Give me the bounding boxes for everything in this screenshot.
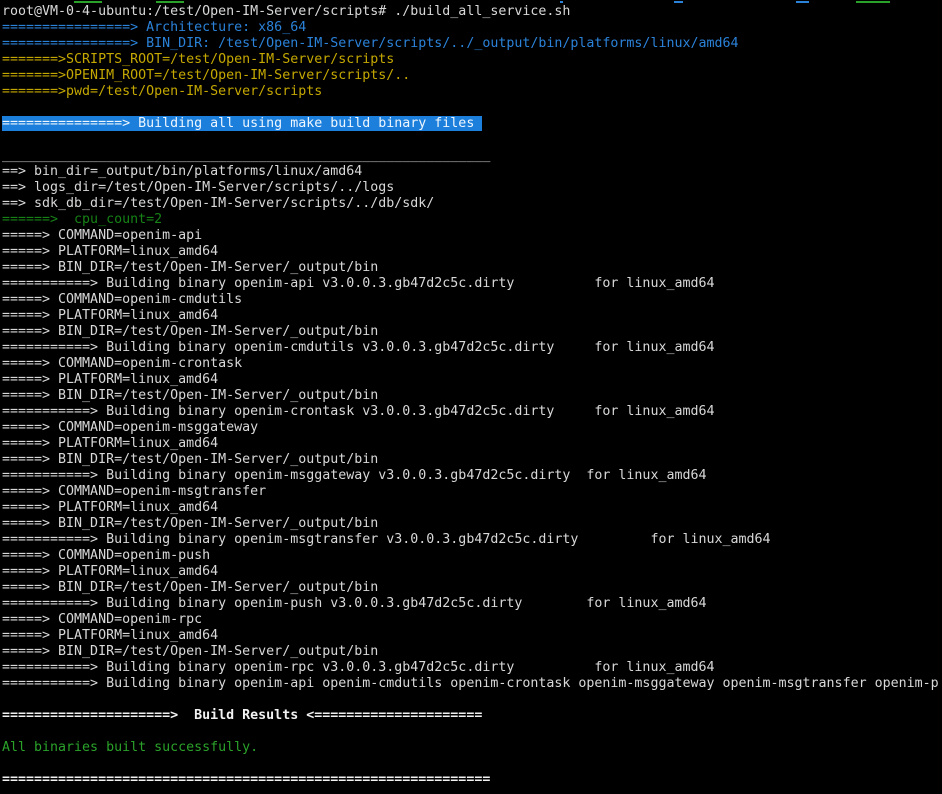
scrollback-fragment (156, 1, 184, 3)
terminal-line: =====> PLATFORM=linux_amd64 (2, 308, 942, 324)
terminal-line: =====> BIN_DIR=/test/Open-IM-Server/_out… (2, 516, 942, 532)
terminal-line: =====> COMMAND=openim-msgtransfer (2, 484, 942, 500)
scrollback-fragment-row (0, 0, 942, 4)
terminal-line: =====> PLATFORM=linux_amd64 (2, 500, 942, 516)
terminal-line (2, 132, 942, 148)
terminal-line: =======>SCRIPTS_ROOT=/test/Open-IM-Serve… (2, 52, 942, 68)
terminal-line: ===========> Building binary openim-msgg… (2, 468, 942, 484)
terminal-line: root@VM-0-4-ubuntu:/test/Open-IM-Server/… (2, 4, 942, 20)
terminal-output: root@VM-0-4-ubuntu:/test/Open-IM-Server/… (0, 4, 942, 788)
terminal-line: ===============> Building all using make… (2, 116, 942, 132)
terminal-line: ==> bin_dir=_output/bin/platforms/linux/… (2, 164, 942, 180)
terminal-line: =====> PLATFORM=linux_amd64 (2, 436, 942, 452)
scrollback-fragment (674, 1, 683, 3)
terminal-line: ===========> Building binary openim-msgt… (2, 532, 942, 548)
terminal-line: =====> PLATFORM=linux_amd64 (2, 564, 942, 580)
scrollback-fragment (74, 1, 102, 3)
terminal-line: =====> COMMAND=openim-api (2, 228, 942, 244)
terminal-line: ==> sdk_db_dir=/test/Open-IM-Server/scri… (2, 196, 942, 212)
terminal-line: ===========> Building binary openim-push… (2, 596, 942, 612)
terminal-line (2, 692, 942, 708)
terminal-line: =====> PLATFORM=linux_amd64 (2, 628, 942, 644)
terminal-line: =====> BIN_DIR=/test/Open-IM-Server/_out… (2, 388, 942, 404)
terminal-line: ================> Architecture: x86_64 (2, 20, 942, 36)
terminal-window[interactable]: root@VM-0-4-ubuntu:/test/Open-IM-Server/… (0, 0, 942, 794)
terminal-line: =====> BIN_DIR=/test/Open-IM-Server/_out… (2, 260, 942, 276)
terminal-line: ===========> Building binary openim-cmdu… (2, 340, 942, 356)
terminal-line: =====> COMMAND=openim-rpc (2, 612, 942, 628)
terminal-line: ======> cpu_count=2 (2, 212, 942, 228)
terminal-line: =====> PLATFORM=linux_amd64 (2, 372, 942, 388)
terminal-line: ===========> Building binary openim-cron… (2, 404, 942, 420)
terminal-line: All binaries built successfully. (2, 740, 942, 756)
terminal-line: ===========> Building binary openim-api … (2, 676, 942, 692)
terminal-line: =====> PLATFORM=linux_amd64 (2, 244, 942, 260)
terminal-line: =====> COMMAND=openim-msggateway (2, 420, 942, 436)
scrollback-fragment (796, 1, 809, 3)
scrollback-fragment (856, 1, 890, 3)
terminal-line: =======>OPENIM_ROOT=/test/Open-IM-Server… (2, 68, 942, 84)
terminal-line: ________________________________________… (2, 148, 942, 164)
terminal-line: =====> COMMAND=openim-crontask (2, 356, 942, 372)
terminal-line: ===========> Building binary openim-api … (2, 276, 942, 292)
terminal-line: =======>pwd=/test/Open-IM-Server/scripts (2, 84, 942, 100)
terminal-line: ==> logs_dir=/test/Open-IM-Server/script… (2, 180, 942, 196)
terminal-line: ========================================… (2, 772, 942, 788)
terminal-line: =====> COMMAND=openim-cmdutils (2, 292, 942, 308)
terminal-line: ================> BIN_DIR: /test/Open-IM… (2, 36, 942, 52)
terminal-line: =====> COMMAND=openim-push (2, 548, 942, 564)
terminal-line: ===========> Building binary openim-rpc … (2, 660, 942, 676)
terminal-line: =====> BIN_DIR=/test/Open-IM-Server/_out… (2, 452, 942, 468)
terminal-line (2, 724, 942, 740)
terminal-line: =====> BIN_DIR=/test/Open-IM-Server/_out… (2, 324, 942, 340)
terminal-line (2, 756, 942, 772)
terminal-line (2, 100, 942, 116)
terminal-line: =====================> Build Results <==… (2, 708, 942, 724)
terminal-line: =====> BIN_DIR=/test/Open-IM-Server/_out… (2, 644, 942, 660)
terminal-line: =====> BIN_DIR=/test/Open-IM-Server/_out… (2, 580, 942, 596)
scrollback-fragment (560, 1, 563, 3)
